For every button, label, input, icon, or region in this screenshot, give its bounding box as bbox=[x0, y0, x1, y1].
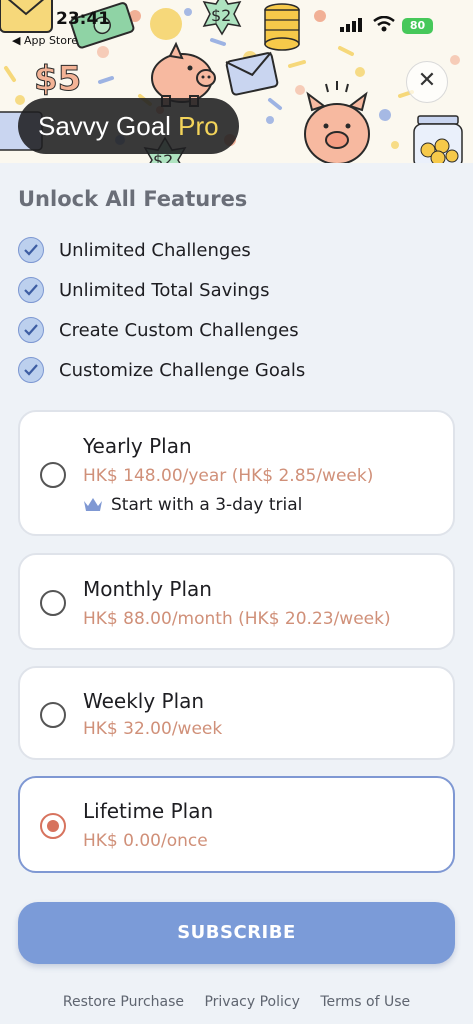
plan-name: Weekly Plan bbox=[83, 689, 205, 713]
svg-text:$5: $5 bbox=[34, 59, 81, 99]
checkmark-icon bbox=[18, 277, 44, 303]
brand-pro-label: Pro bbox=[178, 111, 219, 141]
checkmark-icon bbox=[18, 317, 44, 343]
battery-icon: 80 bbox=[402, 18, 433, 34]
back-to-app-store-link[interactable]: ◀ App Store bbox=[12, 34, 78, 47]
plan-name: Yearly Plan bbox=[83, 434, 192, 458]
features-title: Unlock All Features bbox=[18, 187, 248, 211]
checkmark-icon bbox=[18, 237, 44, 263]
close-icon: ✕ bbox=[417, 68, 437, 93]
crown-icon bbox=[84, 498, 102, 511]
subscribe-button[interactable]: SUBSCRIBE bbox=[18, 902, 455, 964]
radio-button[interactable] bbox=[40, 702, 66, 728]
cellular-signal-icon bbox=[340, 18, 362, 32]
plan-weekly[interactable]: Weekly Plan HK$ 32.00/week bbox=[18, 666, 455, 760]
feature-item: Customize Challenge Goals bbox=[18, 350, 305, 390]
plan-price: HK$ 148.00/year (HK$ 2.85/week) bbox=[83, 466, 374, 486]
radio-button[interactable] bbox=[40, 590, 66, 616]
plan-price: HK$ 88.00/month (HK$ 20.23/week) bbox=[83, 609, 391, 629]
plan-price: HK$ 32.00/week bbox=[83, 719, 223, 739]
app-brand-badge: Savvy Goal Pro bbox=[18, 98, 239, 154]
brand-name: Savvy Goal bbox=[38, 111, 179, 141]
plan-monthly[interactable]: Monthly Plan HK$ 88.00/month (HK$ 20.23/… bbox=[18, 553, 455, 650]
radio-button-selected[interactable] bbox=[40, 813, 66, 839]
plan-price: HK$ 0.00/once bbox=[83, 831, 208, 851]
plan-name: Lifetime Plan bbox=[83, 799, 214, 823]
trial-label: Start with a 3-day trial bbox=[111, 495, 303, 515]
plan-lifetime[interactable]: Lifetime Plan HK$ 0.00/once bbox=[18, 776, 455, 873]
checkmark-icon bbox=[18, 357, 44, 383]
feature-item: Unlimited Challenges bbox=[18, 230, 305, 270]
plan-trial: Start with a 3-day trial bbox=[83, 495, 302, 515]
radio-dot bbox=[47, 820, 59, 832]
footer-links: Restore Purchase Privacy Policy Terms of… bbox=[0, 994, 473, 1010]
feature-label: Unlimited Total Savings bbox=[59, 279, 270, 301]
feature-item: Create Custom Challenges bbox=[18, 310, 305, 350]
plan-name: Monthly Plan bbox=[83, 577, 212, 601]
feature-label: Create Custom Challenges bbox=[59, 319, 299, 341]
privacy-policy-link[interactable]: Privacy Policy bbox=[204, 994, 299, 1010]
feature-label: Customize Challenge Goals bbox=[59, 359, 306, 381]
wifi-icon bbox=[373, 16, 395, 32]
restore-purchase-link[interactable]: Restore Purchase bbox=[63, 994, 184, 1010]
feature-item: Unlimited Total Savings bbox=[18, 270, 305, 310]
plan-yearly[interactable]: Yearly Plan HK$ 148.00/year (HK$ 2.85/we… bbox=[18, 410, 455, 536]
feature-label: Unlimited Challenges bbox=[59, 239, 251, 261]
status-time: 23:41 bbox=[56, 9, 111, 29]
terms-of-use-link[interactable]: Terms of Use bbox=[320, 994, 410, 1010]
feature-list: Unlimited Challenges Unlimited Total Sav… bbox=[18, 230, 305, 390]
radio-button[interactable] bbox=[40, 462, 66, 488]
status-bar: 23:41 ◀ App Store 80 bbox=[0, 0, 473, 50]
close-button[interactable]: ✕ bbox=[406, 61, 448, 103]
